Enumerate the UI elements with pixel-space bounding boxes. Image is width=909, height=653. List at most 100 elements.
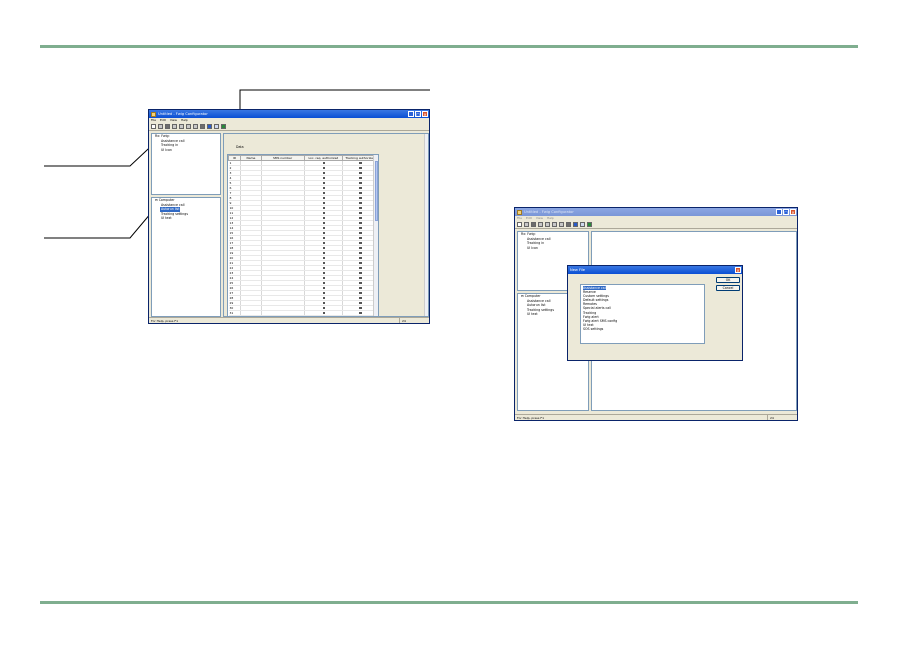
upload-icon[interactable] [214, 124, 219, 129]
tracking-checkbox[interactable] [359, 251, 362, 255]
tracking-checkbox[interactable] [359, 171, 362, 175]
maximize-button[interactable]: □ [415, 111, 421, 117]
loc-req-checkbox[interactable] [322, 216, 326, 220]
tracking-checkbox[interactable] [359, 256, 362, 260]
tracking-checkbox[interactable] [359, 206, 362, 210]
tracking-checkbox[interactable] [359, 241, 362, 245]
tracking-checkbox[interactable] [359, 306, 362, 310]
list-item[interactable]: SOS settings [582, 327, 703, 331]
tracking-checkbox[interactable] [359, 296, 362, 300]
open-icon[interactable] [158, 124, 163, 129]
loc-req-checkbox[interactable] [322, 236, 326, 240]
loc-req-checkbox[interactable] [322, 246, 326, 250]
tracking-checkbox[interactable] [359, 161, 362, 165]
tracking-checkbox[interactable] [359, 311, 362, 315]
tree-item[interactable]: UI text [152, 216, 220, 221]
paste-icon[interactable] [186, 124, 191, 129]
loc-req-checkbox[interactable] [322, 191, 326, 195]
dialog-close-button[interactable]: ✕ [735, 267, 741, 273]
loc-req-checkbox[interactable] [322, 231, 326, 235]
loc-req-checkbox[interactable] [322, 211, 326, 215]
loc-req-checkbox[interactable] [322, 291, 326, 295]
loc-req-checkbox[interactable] [322, 201, 326, 205]
refresh-icon[interactable] [587, 222, 592, 227]
loc-req-checkbox[interactable] [322, 261, 326, 265]
loc-req-checkbox[interactable] [322, 306, 326, 310]
tracking-checkbox[interactable] [359, 196, 362, 200]
tracking-checkbox[interactable] [359, 261, 362, 265]
loc-req-checkbox[interactable] [322, 276, 326, 280]
loc-req-checkbox[interactable] [322, 271, 326, 275]
tracking-checkbox[interactable] [359, 231, 362, 235]
tracking-checkbox[interactable] [359, 291, 362, 295]
loc-req-checkbox[interactable] [322, 221, 326, 225]
tracking-checkbox[interactable] [359, 201, 362, 205]
loc-req-checkbox[interactable] [322, 311, 326, 315]
refresh-icon[interactable] [221, 124, 226, 129]
grid-scrollbar-thumb[interactable] [374, 161, 378, 221]
tracking-checkbox[interactable] [359, 271, 362, 275]
tracking-checkbox[interactable] [359, 166, 362, 170]
tracking-checkbox[interactable] [359, 266, 362, 270]
loc-req-checkbox[interactable] [322, 186, 326, 190]
copy-icon[interactable] [179, 124, 184, 129]
loc-req-checkbox[interactable] [322, 161, 326, 165]
tracking-checkbox[interactable] [359, 216, 362, 220]
pane-scrollbar[interactable] [424, 134, 428, 316]
save-icon[interactable] [531, 222, 536, 227]
new-icon[interactable] [517, 222, 522, 227]
file-type-list[interactable]: Assistance call Reserve Custom settings … [580, 284, 705, 344]
download-icon[interactable] [207, 124, 212, 129]
tree-item[interactable]: UI Icon [152, 148, 220, 153]
column-header[interactable]: Loc. req. authorized [303, 155, 344, 161]
download-icon[interactable] [573, 222, 578, 227]
loc-req-checkbox[interactable] [322, 181, 326, 185]
tracking-checkbox[interactable] [359, 191, 362, 195]
tree-item[interactable]: UI Icon [518, 246, 588, 251]
save-icon[interactable] [165, 124, 170, 129]
loc-req-checkbox[interactable] [322, 256, 326, 260]
cancel-button[interactable]: Cancel [716, 285, 740, 291]
cut-icon[interactable] [172, 124, 177, 129]
open-icon[interactable] [524, 222, 529, 227]
loc-req-checkbox[interactable] [322, 226, 326, 230]
loc-req-checkbox[interactable] [322, 206, 326, 210]
tracking-checkbox[interactable] [359, 186, 362, 190]
tracking-checkbox[interactable] [359, 211, 362, 215]
loc-req-checkbox[interactable] [322, 176, 326, 180]
tracking-checkbox[interactable] [359, 176, 362, 180]
loc-req-checkbox[interactable] [322, 251, 326, 255]
tracking-checkbox[interactable] [359, 246, 362, 250]
close-button[interactable]: ✕ [422, 111, 428, 117]
minimize-button[interactable]: _ [408, 111, 414, 117]
cut-icon[interactable] [538, 222, 543, 227]
loc-req-checkbox[interactable] [322, 301, 326, 305]
upload-icon[interactable] [580, 222, 585, 227]
tracking-checkbox[interactable] [359, 281, 362, 285]
minimize-button[interactable]: _ [776, 209, 782, 215]
print-icon[interactable] [193, 124, 198, 129]
tracking-checkbox[interactable] [359, 236, 362, 240]
loc-req-checkbox[interactable] [322, 281, 326, 285]
tracking-checkbox[interactable] [359, 276, 362, 280]
help-icon[interactable] [566, 222, 571, 227]
close-button[interactable]: ✕ [790, 209, 796, 215]
tracking-checkbox[interactable] [359, 286, 362, 290]
grid-scrollbar[interactable] [373, 155, 378, 316]
tracking-checkbox[interactable] [359, 221, 362, 225]
loc-req-checkbox[interactable] [322, 296, 326, 300]
help-icon[interactable] [200, 124, 205, 129]
copy-icon[interactable] [545, 222, 550, 227]
tracking-checkbox[interactable] [359, 226, 362, 230]
maximize-button[interactable]: □ [783, 209, 789, 215]
loc-req-checkbox[interactable] [322, 241, 326, 245]
tracking-checkbox[interactable] [359, 181, 362, 185]
paste-icon[interactable] [552, 222, 557, 227]
print-icon[interactable] [559, 222, 564, 227]
tracking-checkbox[interactable] [359, 301, 362, 305]
loc-req-checkbox[interactable] [322, 266, 326, 270]
collapse-icon[interactable]: ⊟ [155, 198, 158, 202]
loc-req-checkbox[interactable] [322, 286, 326, 290]
loc-req-checkbox[interactable] [322, 171, 326, 175]
collapse-icon[interactable]: ⊟ [521, 294, 524, 298]
